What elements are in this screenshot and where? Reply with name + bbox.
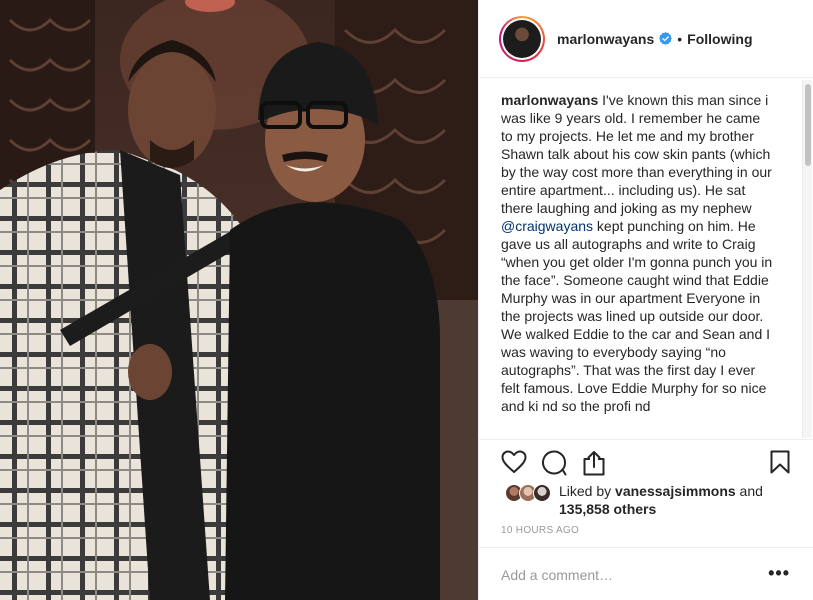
post-timestamp[interactable]: 10 HOURS AGO: [501, 525, 579, 536]
comment-box: •••: [479, 547, 813, 600]
photo-illustration: [0, 0, 478, 600]
caption-scrollbar[interactable]: [802, 80, 812, 438]
verified-badge-icon: [659, 32, 673, 45]
liker-avatars[interactable]: [505, 484, 553, 502]
following-button[interactable]: Following: [687, 31, 752, 47]
likes-count[interactable]: 135,858 others: [559, 501, 656, 517]
caption-username[interactable]: marlonwayans: [501, 92, 598, 108]
post-caption: marlonwayans I've known this man since i…: [501, 91, 773, 415]
post-actions-bar: [479, 440, 813, 482]
likes-middle: and: [735, 483, 763, 499]
separator-dot: •: [677, 30, 683, 47]
bookmark-icon[interactable]: [770, 450, 790, 474]
avatar-frame: [501, 17, 543, 60]
post-username[interactable]: marlonwayans: [557, 31, 654, 47]
likes-section: Liked by vanessajsimmons and 135,858 oth…: [501, 481, 801, 521]
comment-icon[interactable]: [541, 450, 567, 476]
post-header: marlonwayans • Following: [479, 0, 813, 78]
likes-text: Liked by vanessajsimmons and 135,858 oth…: [559, 482, 789, 518]
caption-mention[interactable]: @craigwayans: [501, 218, 593, 234]
caption-text-1: I've known this man since i was like 9 y…: [501, 92, 772, 216]
liker-username[interactable]: vanessajsimmons: [615, 483, 736, 499]
caption-text-2: kept punching on him. He gave us all aut…: [501, 218, 773, 414]
post-photo[interactable]: [0, 0, 478, 600]
more-options-button[interactable]: •••: [768, 564, 790, 582]
scrollbar-thumb[interactable]: [805, 84, 811, 166]
liker-avatar[interactable]: [533, 484, 551, 502]
caption-scroll-area[interactable]: marlonwayans I've known this man since i…: [479, 78, 813, 440]
post-side-panel: marlonwayans • Following marlonwayans I'…: [478, 0, 813, 600]
heart-icon[interactable]: [501, 450, 527, 474]
avatar[interactable]: [503, 19, 541, 58]
share-icon[interactable]: [583, 450, 605, 476]
story-ring[interactable]: [499, 15, 545, 62]
comment-input[interactable]: [501, 565, 751, 585]
likes-prefix: Liked by: [559, 483, 616, 499]
